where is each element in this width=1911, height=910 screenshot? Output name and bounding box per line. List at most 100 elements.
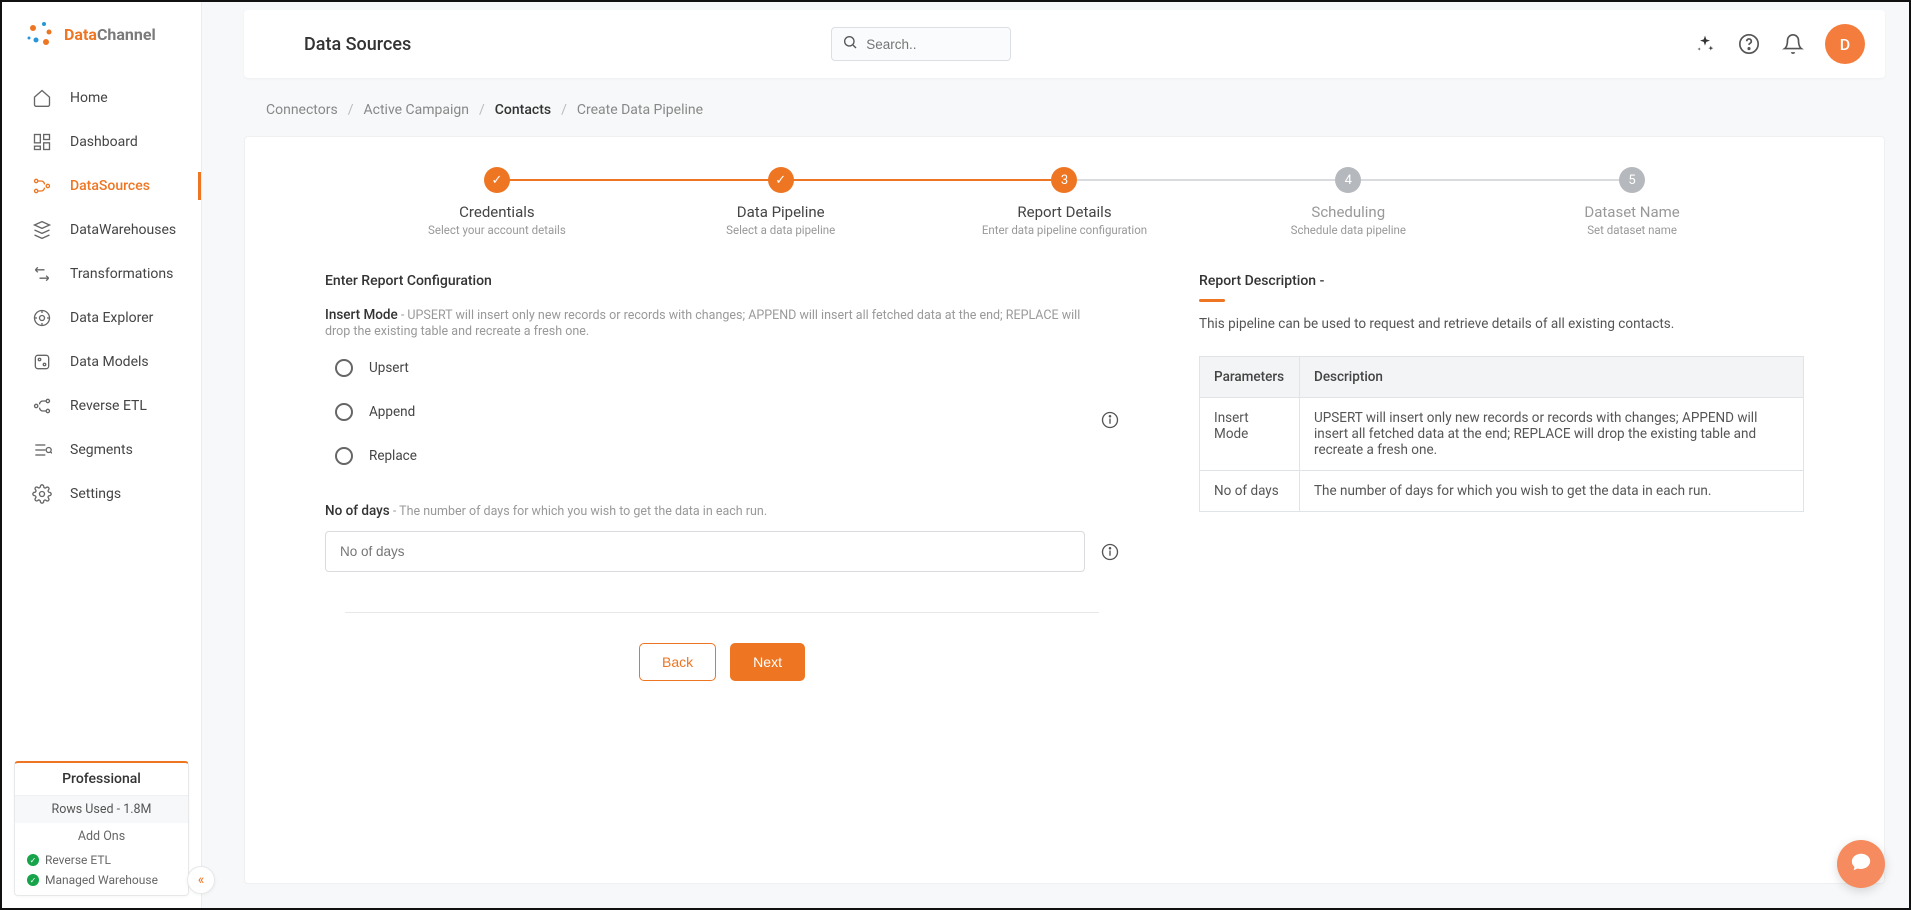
sidebar: DataChannel Home Dashboard DataSources D… xyxy=(2,2,202,908)
sidebar-item-datamodels[interactable]: Data Models xyxy=(2,340,201,384)
step-scheduling[interactable]: 4 Scheduling Schedule data pipeline xyxy=(1206,167,1490,237)
breadcrumb-sep: / xyxy=(479,102,485,118)
sparkle-icon[interactable] xyxy=(1693,32,1717,56)
sidebar-item-label: Settings xyxy=(70,486,121,502)
segments-icon xyxy=(32,440,52,460)
back-button[interactable]: Back xyxy=(639,643,716,681)
step-sub: Select your account details xyxy=(428,223,566,237)
sidebar-item-label: Data Explorer xyxy=(70,310,153,326)
radio-icon xyxy=(335,447,353,465)
check-icon: ✓ xyxy=(27,854,39,866)
radio-icon xyxy=(335,359,353,377)
sidebar-item-label: Segments xyxy=(70,442,133,458)
plan-addons-title: Add Ons xyxy=(15,823,188,850)
insert-mode-field: Insert Mode - UPSERT will insert only ne… xyxy=(325,307,1119,493)
sidebar-item-label: Home xyxy=(70,90,108,106)
breadcrumb-active-campaign[interactable]: Active Campaign xyxy=(364,102,470,118)
form-column: Enter Report Configuration Insert Mode -… xyxy=(325,273,1119,681)
insert-mode-radio-group: Upsert Append Replace xyxy=(335,359,1085,465)
plan-addon-item: ✓Managed Warehouse xyxy=(15,870,188,895)
dataexplorer-icon xyxy=(32,308,52,328)
step-sub: Schedule data pipeline xyxy=(1291,223,1406,237)
step-title: Credentials xyxy=(459,203,534,221)
param-col-header: Parameters xyxy=(1200,357,1300,398)
breadcrumb-connectors[interactable]: Connectors xyxy=(266,102,338,118)
step-line xyxy=(1348,179,1632,181)
breadcrumb-contacts[interactable]: Contacts xyxy=(495,102,551,118)
topbar: Data Sources D xyxy=(244,10,1885,78)
button-row: Back Next xyxy=(325,643,1119,681)
sidebar-item-datawarehouses[interactable]: DataWarehouses xyxy=(2,208,201,252)
step-line xyxy=(781,179,1065,181)
radio-upsert[interactable]: Upsert xyxy=(335,359,1085,377)
info-icon[interactable] xyxy=(1101,543,1119,561)
plan-card: Professional Rows Used - 1.8M Add Ons ✓R… xyxy=(14,761,189,896)
breadcrumb-sep: / xyxy=(348,102,354,118)
transformations-icon xyxy=(32,264,52,284)
step-data-pipeline[interactable]: ✓ Data Pipeline Select a data pipeline xyxy=(639,167,923,237)
home-icon xyxy=(32,88,52,108)
avatar[interactable]: D xyxy=(1825,24,1865,64)
step-dataset-name[interactable]: 5 Dataset Name Set dataset name xyxy=(1490,167,1774,237)
sidebar-item-label: Reverse ETL xyxy=(70,398,147,414)
settings-icon xyxy=(32,484,52,504)
days-desc: - The number of days for which you wish … xyxy=(390,504,767,519)
bell-icon[interactable] xyxy=(1781,32,1805,56)
chat-fab[interactable] xyxy=(1837,840,1885,888)
days-field: No of days - The number of days for whic… xyxy=(325,503,1119,572)
sidebar-item-dashboard[interactable]: Dashboard xyxy=(2,120,201,164)
sidebar-item-reverseetl[interactable]: Reverse ETL xyxy=(2,384,201,428)
plan-title: Professional xyxy=(15,763,188,795)
step-check-icon: ✓ xyxy=(768,167,794,193)
sidebar-item-dataexplorer[interactable]: Data Explorer xyxy=(2,296,201,340)
search-icon xyxy=(842,34,858,54)
check-icon: ✓ xyxy=(27,874,39,886)
divider xyxy=(345,612,1099,613)
report-desc-title: Report Description - xyxy=(1199,273,1804,289)
report-desc-text: This pipeline can be used to request and… xyxy=(1199,316,1804,332)
page-title: Data Sources xyxy=(304,34,411,55)
reverseetl-icon xyxy=(32,396,52,416)
sidebar-item-label: DataWarehouses xyxy=(70,222,176,238)
param-table: Parameters Description Insert Mode UPSER… xyxy=(1199,356,1804,512)
step-report-details[interactable]: 3 Report Details Enter data pipeline con… xyxy=(923,167,1207,237)
desc-cell: UPSERT will insert only new records or r… xyxy=(1300,398,1804,471)
sidebar-item-segments[interactable]: Segments xyxy=(2,428,201,472)
step-number: 3 xyxy=(1051,167,1077,193)
datawarehouse-icon xyxy=(32,220,52,240)
dashboard-icon xyxy=(32,132,52,152)
breadcrumb-sep: / xyxy=(561,102,567,118)
step-line xyxy=(497,179,781,181)
logo-text: DataChannel xyxy=(64,25,156,44)
days-input[interactable] xyxy=(325,531,1085,572)
logo[interactable]: DataChannel xyxy=(2,2,201,70)
sidebar-item-transformations[interactable]: Transformations xyxy=(2,252,201,296)
param-cell: Insert Mode xyxy=(1200,398,1300,471)
datamodels-icon xyxy=(32,352,52,372)
sidebar-item-home[interactable]: Home xyxy=(2,76,201,120)
step-check-icon: ✓ xyxy=(484,167,510,193)
chat-icon xyxy=(1850,851,1872,877)
search-input-wrap[interactable] xyxy=(831,27,1011,61)
insert-mode-desc: - UPSERT will insert only new records or… xyxy=(325,308,1080,339)
step-sub: Set dataset name xyxy=(1587,223,1677,237)
sidebar-item-settings[interactable]: Settings xyxy=(2,472,201,516)
section-title: Enter Report Configuration xyxy=(325,273,1119,289)
step-title: Report Details xyxy=(1017,203,1111,221)
help-icon[interactable] xyxy=(1737,32,1761,56)
step-line xyxy=(1064,179,1348,181)
info-icon[interactable] xyxy=(1101,411,1119,429)
breadcrumb: Connectors / Active Campaign / Contacts … xyxy=(202,82,1909,136)
sidebar-collapse-button[interactable]: « xyxy=(187,866,215,894)
desc-col-header: Description xyxy=(1300,357,1804,398)
next-button[interactable]: Next xyxy=(730,643,805,681)
search-input[interactable] xyxy=(866,37,1000,52)
step-sub: Select a data pipeline xyxy=(726,223,835,237)
sidebar-item-label: DataSources xyxy=(70,178,150,194)
main: Data Sources D Connectors / Active Campa… xyxy=(202,2,1909,908)
radio-append[interactable]: Append xyxy=(335,403,1085,421)
radio-replace[interactable]: Replace xyxy=(335,447,1085,465)
sidebar-item-datasources[interactable]: DataSources xyxy=(2,164,201,208)
step-number: 5 xyxy=(1619,167,1645,193)
step-credentials[interactable]: ✓ Credentials Select your account detail… xyxy=(355,167,639,237)
